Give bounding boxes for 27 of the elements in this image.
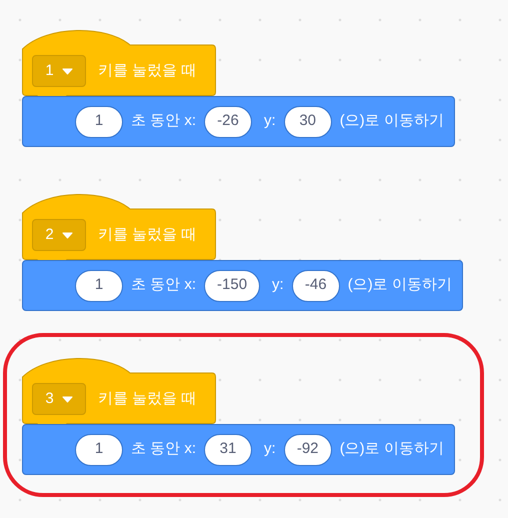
block-label: (으)로 이동하기: [340, 439, 444, 460]
motion-block[interactable]: 1 초 동안 x: -26 y: 30 (으)로 이동하기: [22, 96, 455, 147]
caret-icon: [62, 68, 73, 74]
number-input[interactable]: -150: [204, 270, 260, 302]
block-label: (으)로 이동하기: [340, 111, 444, 132]
number-input[interactable]: 30: [284, 106, 332, 138]
caret-icon: [62, 232, 73, 238]
block-label: 초 동안 x:: [131, 275, 196, 296]
number-input[interactable]: -26: [204, 106, 252, 138]
number-input[interactable]: 31: [204, 434, 252, 466]
block-label: (으)로 이동하기: [348, 275, 452, 296]
motion-block[interactable]: 1 초 동안 x: 31 y: -92 (으)로 이동하기: [22, 424, 455, 475]
number-input[interactable]: 1: [75, 434, 123, 466]
number-input[interactable]: -46: [292, 270, 340, 302]
block-label: 초 동안 x:: [131, 111, 196, 132]
number-input[interactable]: 1: [75, 106, 123, 138]
number-input[interactable]: -92: [284, 434, 332, 466]
block-label: 키를 눌렀을 때: [98, 224, 196, 245]
block-label: 키를 눌렀을 때: [98, 388, 196, 409]
block-label: 키를 눌렀을 때: [98, 60, 196, 81]
block-label: y:: [264, 439, 276, 460]
motion-block[interactable]: 1 초 동안 x: -150 y: -46 (으)로 이동하기: [22, 260, 463, 311]
block-label: y:: [264, 111, 276, 132]
block-label: 초 동안 x:: [131, 439, 196, 460]
number-input[interactable]: 1: [75, 270, 123, 302]
caret-icon: [62, 396, 73, 402]
block-label: y:: [272, 275, 284, 296]
